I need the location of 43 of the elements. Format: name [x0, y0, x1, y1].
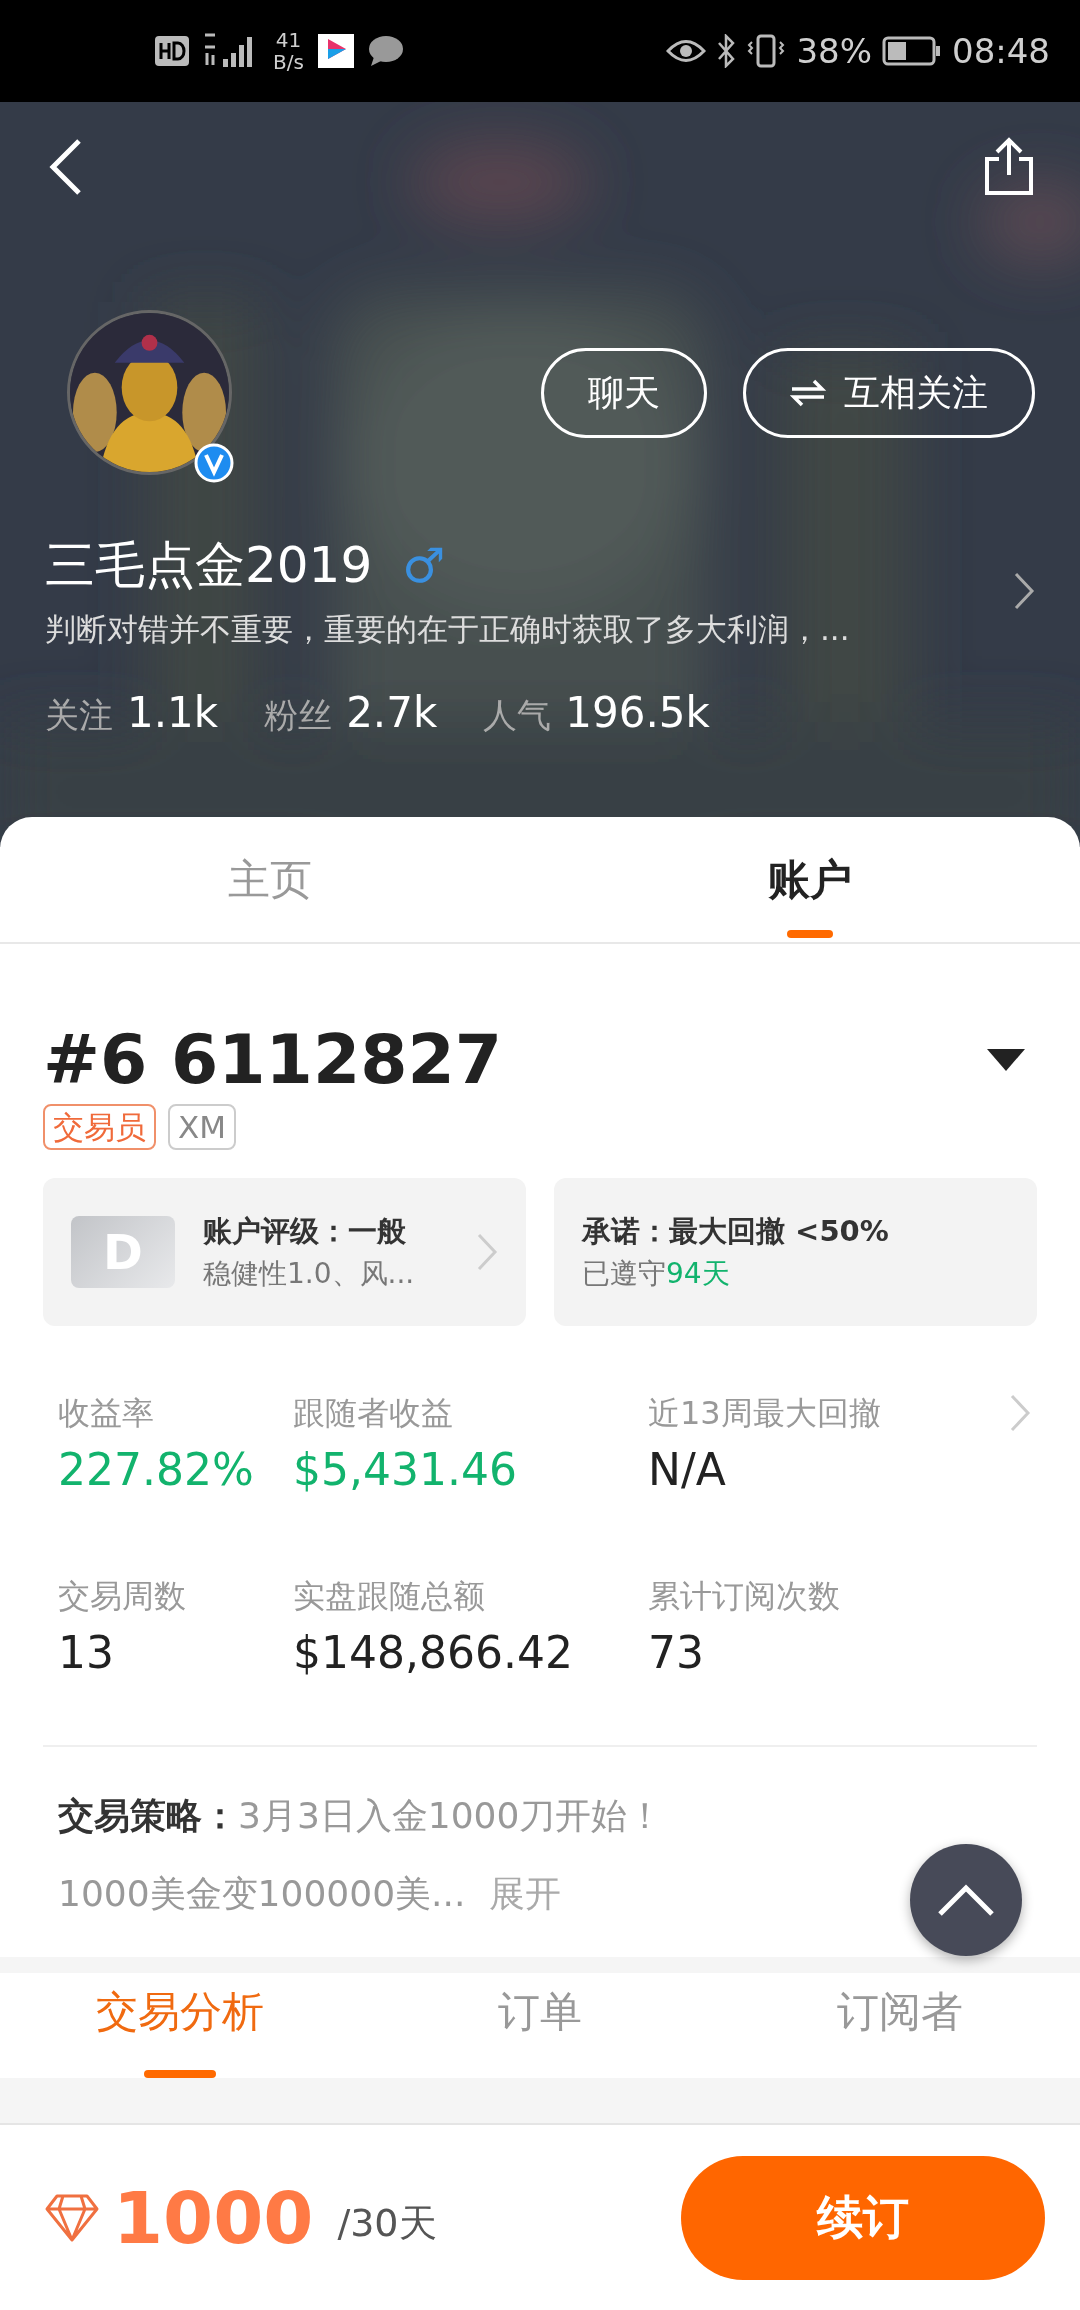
- metric-value: 13: [58, 1626, 115, 1680]
- strategy-text: 交易策略：3月3日入金1000刀开始！: [58, 1794, 665, 1838]
- metric-label: 近13周最大回撤: [648, 1393, 882, 1434]
- chevron-right-icon: [476, 1232, 498, 1272]
- price-period: /30天: [337, 2200, 437, 2247]
- account-tag: XM: [168, 1104, 236, 1150]
- price: 1000: [113, 2175, 314, 2260]
- metric-label: 收益率: [58, 1393, 155, 1434]
- hd-icon: [155, 36, 189, 66]
- renew-button[interactable]: 续订: [681, 2155, 1045, 2280]
- dropdown-icon[interactable]: [987, 1049, 1025, 1071]
- strategy-excerpt: 1000美金变100000美...: [58, 1872, 466, 1916]
- bluetooth-icon: [716, 34, 737, 68]
- metric-value: 73: [648, 1626, 705, 1680]
- promise-detail: 已遵守94天: [582, 1256, 731, 1292]
- metric-label: 实盘跟随总额: [293, 1576, 486, 1617]
- section-tab[interactable]: 订阅者: [720, 1973, 1080, 2078]
- account-number: #6 6112827: [43, 1019, 503, 1101]
- app-icon: [317, 34, 354, 68]
- metric-value: $5,431.46: [293, 1443, 518, 1497]
- vibrate-icon: [746, 34, 787, 68]
- clock-time: 08:48: [952, 31, 1050, 71]
- profile-tab[interactable]: 账户: [540, 817, 1080, 942]
- diamond-icon: [45, 2192, 99, 2243]
- metric-label: 交易周数: [58, 1576, 187, 1617]
- network-speed-unit: B/s: [273, 51, 304, 73]
- metric-label: 跟随者收益: [293, 1393, 454, 1434]
- rating-detail: 稳健性1.0、风...: [203, 1256, 416, 1292]
- rating-title: 账户评级：一般: [203, 1213, 407, 1250]
- profile-tab[interactable]: 主页: [0, 817, 540, 942]
- message-icon: [367, 35, 404, 67]
- metric-label: 累计订阅次数: [648, 1576, 841, 1617]
- section-tab[interactable]: 交易分析: [0, 1973, 360, 2078]
- battery-percent: 38%: [796, 31, 872, 71]
- battery-icon: [882, 36, 942, 66]
- section-tab[interactable]: 订单: [360, 1973, 720, 2078]
- metric-value: $148,866.42: [293, 1626, 574, 1680]
- promise-title: 承诺：最大回撤 <50%: [582, 1213, 890, 1250]
- expand-link[interactable]: 展开: [489, 1865, 562, 1923]
- account-tag: 交易员: [43, 1104, 156, 1150]
- metric-value: N/A: [648, 1443, 727, 1497]
- metric-value: 227.82%: [58, 1443, 255, 1497]
- network-speed: 41: [275, 29, 302, 51]
